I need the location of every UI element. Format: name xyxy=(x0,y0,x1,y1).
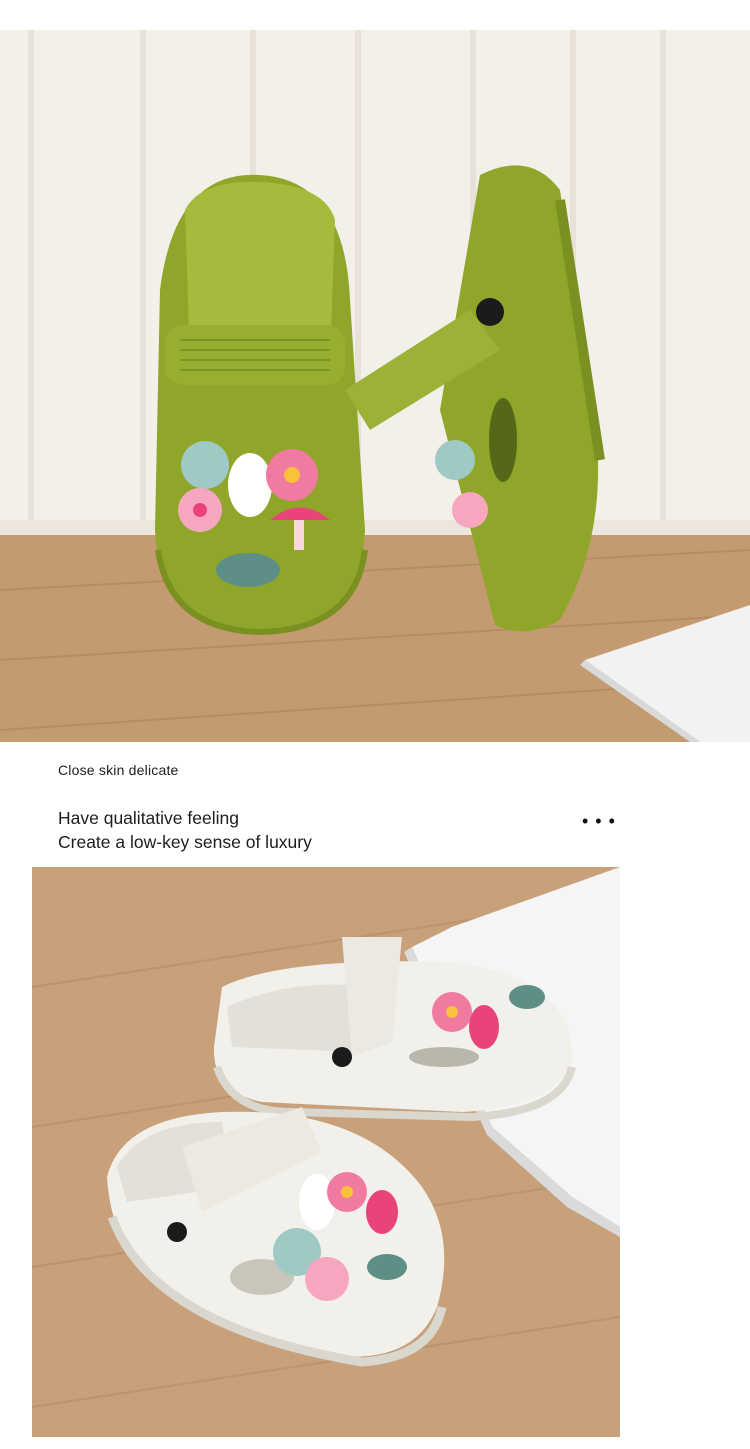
section-heading-line-2: Create a low-key sense of luxury xyxy=(58,832,312,852)
white-clogs-photo xyxy=(32,867,620,1437)
section-subtitle: Close skin delicate xyxy=(58,762,179,778)
more-options-icon[interactable]: • • • xyxy=(582,811,616,832)
section-heading-line-1: Have qualitative feeling xyxy=(58,808,239,828)
green-clogs-photo xyxy=(0,30,750,742)
green-clog-left xyxy=(155,174,368,636)
